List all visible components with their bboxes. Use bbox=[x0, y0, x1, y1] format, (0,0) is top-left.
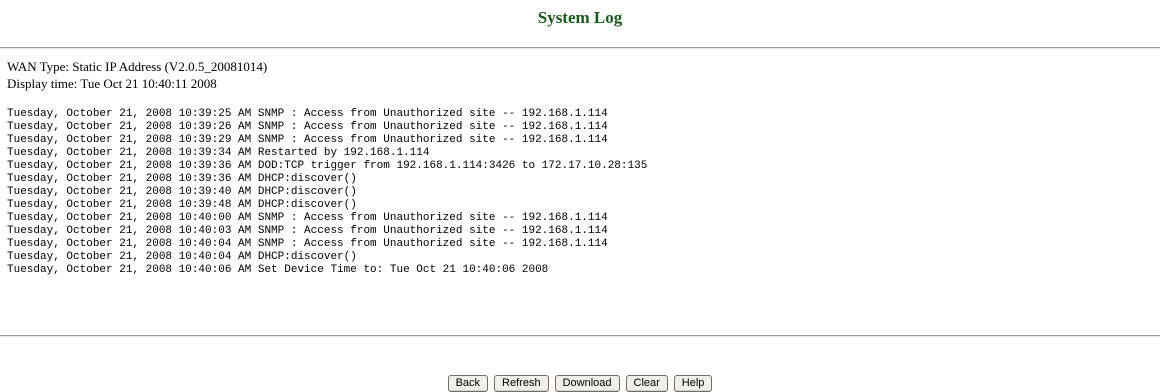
log-line: Tuesday, October 21, 2008 10:40:00 AM SN… bbox=[7, 212, 608, 224]
log-line: Tuesday, October 21, 2008 10:39:40 AM DH… bbox=[7, 186, 357, 198]
log-line: Tuesday, October 21, 2008 10:40:04 AM DH… bbox=[7, 251, 357, 263]
wan-type-text: WAN Type: Static IP Address (V2.0.5_2008… bbox=[7, 59, 268, 74]
refresh-button[interactable]: Refresh bbox=[494, 375, 549, 392]
system-info: WAN Type: Static IP Address (V2.0.5_2008… bbox=[7, 58, 267, 92]
page-title: System Log bbox=[537, 8, 623, 27]
system-log: Tuesday, October 21, 2008 10:39:25 AM SN… bbox=[7, 108, 647, 277]
clear-button[interactable]: Clear bbox=[625, 375, 668, 392]
bottom-divider bbox=[0, 335, 1160, 337]
log-line: Tuesday, October 21, 2008 10:40:06 AM Se… bbox=[7, 264, 549, 276]
action-buttons: Back Refresh Download Clear Help bbox=[0, 375, 1160, 392]
display-time-text: Display time: Tue Oct 21 10:40:11 2008 bbox=[7, 76, 217, 91]
help-button[interactable]: Help bbox=[673, 375, 713, 392]
log-line: Tuesday, October 21, 2008 10:39:36 AM DH… bbox=[7, 173, 357, 185]
top-divider bbox=[0, 47, 1160, 49]
log-line: Tuesday, October 21, 2008 10:39:29 AM SN… bbox=[7, 134, 608, 146]
log-line: Tuesday, October 21, 2008 10:39:26 AM SN… bbox=[7, 121, 608, 133]
back-button[interactable]: Back bbox=[447, 375, 489, 392]
log-line: Tuesday, October 21, 2008 10:39:25 AM SN… bbox=[7, 108, 608, 120]
log-line: Tuesday, October 21, 2008 10:39:36 AM DO… bbox=[7, 160, 648, 172]
log-line: Tuesday, October 21, 2008 10:40:03 AM SN… bbox=[7, 225, 608, 237]
log-line: Tuesday, October 21, 2008 10:40:04 AM SN… bbox=[7, 238, 608, 250]
log-line: Tuesday, October 21, 2008 10:39:48 AM DH… bbox=[7, 199, 357, 211]
download-button[interactable]: Download bbox=[554, 375, 620, 392]
log-line: Tuesday, October 21, 2008 10:39:34 AM Re… bbox=[7, 147, 430, 159]
